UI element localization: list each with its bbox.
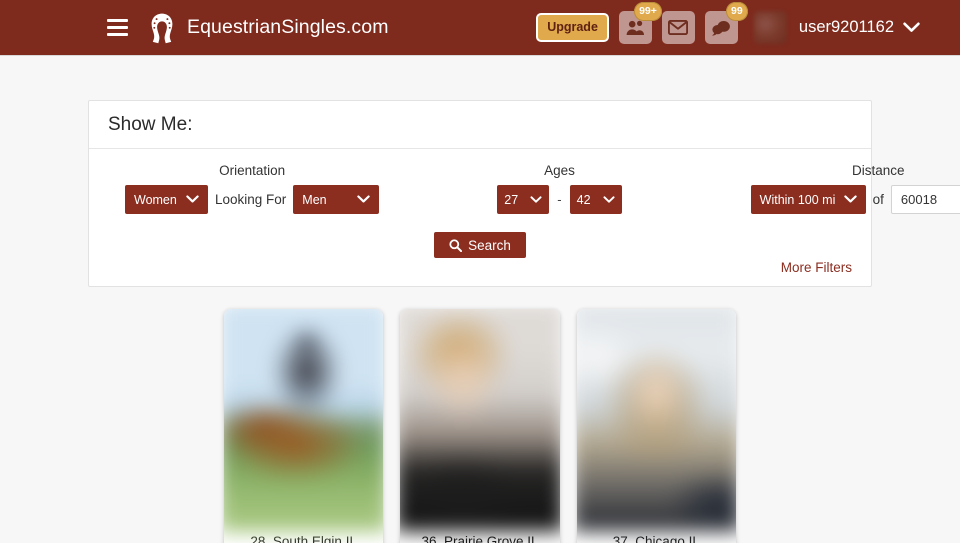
zip-input[interactable] [890, 185, 960, 214]
filter-row: Orientation Women Looking For Men Ages 2… [108, 163, 960, 214]
show-me-panel: Show Me: Orientation Women Looking For M… [88, 100, 960, 287]
hamburger-icon[interactable] [100, 11, 134, 45]
more-filters-link[interactable]: More Filters [781, 260, 852, 277]
upgrade-button[interactable]: Upgrade [536, 13, 609, 42]
profile-card[interactable]: 28, South Elgin IL [224, 309, 384, 543]
connections-button[interactable]: 99+ [618, 2, 662, 44]
profile-link[interactable]: 36, Prairie Grove IL [421, 534, 538, 543]
profile-link[interactable]: 37, Chicago IL [613, 534, 700, 543]
distance-controls: Within 100 mi of [750, 185, 960, 214]
page-content: Show Me: Orientation Women Looking For M… [0, 100, 960, 543]
age-max-value: 42 [576, 192, 591, 207]
envelope-icon [668, 20, 689, 35]
brand-home-link[interactable]: EquestrianSingles.com [147, 12, 389, 44]
hamburger-bar [106, 26, 128, 29]
hamburger-bar [106, 19, 128, 22]
orientation-label: Orientation [219, 163, 286, 178]
profile-photo[interactable] [224, 309, 384, 532]
hamburger-bar [106, 33, 128, 36]
panel-title: Show Me: [89, 101, 871, 149]
distance-group: Distance Within 100 mi of [750, 163, 960, 214]
people-icon [626, 20, 644, 35]
chat-button[interactable]: 99 [704, 2, 748, 44]
distance-label: Distance [852, 163, 905, 178]
gender-select[interactable]: Women [125, 185, 208, 214]
seeking-select[interactable]: Men [293, 185, 380, 214]
profile-card[interactable]: 36, Prairie Grove IL [400, 309, 560, 543]
panel-body: Orientation Women Looking For Men Ages 2… [89, 149, 960, 286]
profile-card[interactable]: 37, Chicago IL [576, 309, 736, 543]
radius-select-value: Within 100 mi [759, 192, 836, 207]
profile-photo[interactable] [576, 309, 736, 532]
chevron-down-icon [357, 195, 370, 203]
age-min-value: 27 [504, 192, 519, 207]
header-actions: Upgrade 99+ 99 user9201162 [536, 2, 942, 44]
chat-bubbles-icon [711, 20, 730, 36]
chat-badge: 99 [725, 2, 748, 21]
username-label: user9201162 [798, 18, 894, 36]
age-max-select[interactable]: 42 [569, 185, 622, 214]
age-range-separator: - [557, 192, 562, 207]
messages-button[interactable] [661, 11, 695, 44]
avatar[interactable] [753, 11, 787, 44]
search-button-label: Search [468, 237, 511, 253]
more-filters-row: More Filters [108, 260, 852, 277]
chevron-down-icon [530, 195, 542, 203]
magnifier-icon [449, 238, 463, 252]
looking-for-label: Looking For [215, 192, 287, 207]
brand-name: EquestrianSingles.com [187, 16, 389, 38]
gender-select-value: Women [134, 192, 177, 207]
horseshoe-icon [151, 13, 173, 43]
chevron-down-icon [603, 195, 615, 203]
search-button[interactable]: Search [434, 232, 526, 258]
chevron-down-icon [186, 195, 199, 203]
seeking-select-value: Men [302, 192, 327, 207]
user-menu[interactable]: user9201162 [799, 18, 920, 37]
results-grid: 28, South Elgin IL 36, Prairie Grove IL … [88, 287, 872, 543]
connections-badge: 99+ [634, 2, 662, 21]
search-row: Search [108, 232, 852, 258]
orientation-controls: Women Looking For Men [125, 185, 380, 214]
site-header: EquestrianSingles.com Upgrade 99+ 99 use… [0, 0, 960, 56]
ages-label: Ages [544, 163, 575, 178]
of-label: of [872, 192, 884, 207]
chevron-down-icon [903, 22, 920, 32]
profile-photo[interactable] [400, 309, 560, 532]
ages-group: Ages 27 - 42 [497, 163, 622, 214]
radius-select[interactable]: Within 100 mi [750, 185, 866, 214]
orientation-group: Orientation Women Looking For Men [125, 163, 380, 214]
chevron-down-icon [843, 195, 857, 203]
profile-link[interactable]: 28, South Elgin IL [250, 534, 357, 543]
ages-controls: 27 - 42 [497, 185, 622, 214]
age-min-select[interactable]: 27 [497, 185, 550, 214]
